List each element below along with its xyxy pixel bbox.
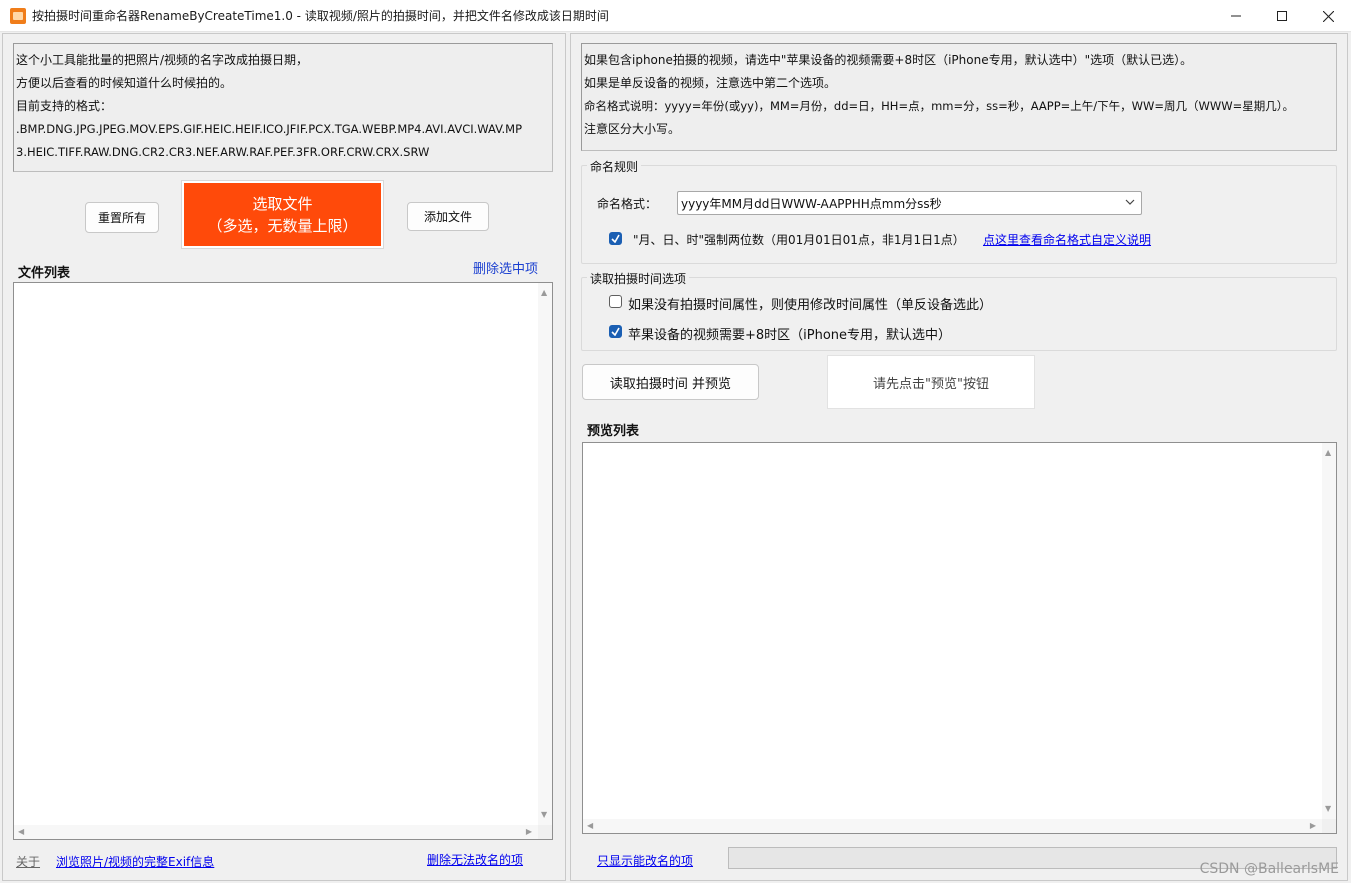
scroll-left-icon[interactable]: ◀: [18, 828, 24, 836]
format-combobox[interactable]: yyyy年MM月dd日WWW-AAPPHH点mm分ss秒: [677, 191, 1142, 215]
use-modified-time-label: 如果没有拍摄时间属性，则使用修改时间属性（单反设备选此）: [628, 298, 993, 313]
custom-format-help-link[interactable]: 点这里查看命名格式自定义说明: [983, 231, 1151, 248]
scrollbar-corner: [538, 825, 552, 839]
preview-list-title: 预览列表: [587, 424, 640, 439]
force-two-digit-label: "月、日、时"强制两位数（用01月01日01点，非1月1日1点）: [633, 233, 965, 247]
use-modified-time-checkbox[interactable]: [609, 295, 622, 308]
check-icon: [611, 234, 620, 243]
info-line: 如果是单反设备的视频，注意选中第二个选项。: [584, 76, 837, 90]
chevron-down-icon[interactable]: [1125, 197, 1135, 207]
naming-rules-legend: 命名规则: [587, 158, 642, 175]
status-message: 请先点击"预览"按钮: [827, 355, 1035, 409]
info-line: 如果包含iphone拍摄的视频，请选中"苹果设备的视频需要+8时区（iPhone…: [584, 53, 1193, 67]
file-list-horizontal-scrollbar[interactable]: ◀ ▶: [14, 825, 538, 839]
force-two-digit-checkbox[interactable]: [609, 232, 622, 245]
delete-selected-link[interactable]: 删除选中项: [473, 258, 538, 277]
preview-list[interactable]: ▲ ▼ ◀ ▶: [582, 442, 1337, 834]
maximize-button[interactable]: [1259, 0, 1305, 32]
maximize-icon: [1277, 11, 1287, 21]
file-list-title: 文件列表: [18, 266, 71, 281]
preview-list-vertical-scrollbar[interactable]: ▲ ▼: [1322, 443, 1336, 819]
add-files-button[interactable]: 添加文件: [407, 202, 489, 231]
info-line: 这个小工具能批量的把照片/视频的名字改成拍摄日期，: [16, 53, 309, 67]
scroll-up-icon[interactable]: ▲: [541, 289, 547, 297]
scroll-left-icon[interactable]: ◀: [587, 822, 593, 830]
info-line: 命名格式说明：yyyy=年份(或yy)，MM=月份，dd=日，HH=点，mm=分…: [584, 99, 1295, 113]
right-panel: 如果包含iphone拍摄的视频，请选中"苹果设备的视频需要+8时区（iPhone…: [570, 33, 1348, 881]
scroll-down-icon[interactable]: ▼: [541, 811, 547, 819]
apple-timezone-checkbox[interactable]: [609, 325, 622, 338]
file-list[interactable]: ▲ ▼ ◀ ▶: [13, 282, 553, 840]
read-options-legend: 读取拍摄时间选项: [587, 270, 690, 287]
select-files-sublabel: （多选，无数量上限）: [207, 216, 358, 235]
apple-timezone-label: 苹果设备的视频需要+8时区（iPhone专用，默认选中）: [628, 328, 952, 343]
format-value: yyyy年MM月dd日WWW-AAPPHH点mm分ss秒: [681, 196, 942, 211]
left-panel: 这个小工具能批量的把照片/视频的名字改成拍摄日期， 方便以后查看的时候知道什么时…: [2, 33, 566, 881]
preview-list-horizontal-scrollbar[interactable]: ◀ ▶: [583, 819, 1322, 833]
delete-unrenamable-link[interactable]: 删除无法改名的项: [427, 851, 523, 868]
check-icon: [611, 327, 620, 336]
scroll-down-icon[interactable]: ▼: [1325, 805, 1331, 813]
scrollbar-corner: [1322, 819, 1336, 833]
title-bar: 按拍摄时间重命名器RenameByCreateTime1.0 - 读取视频/照片…: [0, 0, 1351, 32]
scroll-right-icon[interactable]: ▶: [526, 828, 532, 836]
browse-exif-link[interactable]: 浏览照片/视频的完整Exif信息: [56, 853, 214, 870]
file-list-vertical-scrollbar[interactable]: ▲ ▼: [538, 283, 552, 825]
info-line: 目前支持的格式：: [16, 99, 113, 113]
camera-app-icon: [10, 7, 26, 24]
format-label: 命名格式：: [597, 197, 658, 211]
watermark: CSDN @BallearlsME: [1199, 861, 1339, 877]
scroll-right-icon[interactable]: ▶: [1310, 822, 1316, 830]
right-info-box: 如果包含iphone拍摄的视频，请选中"苹果设备的视频需要+8时区（iPhone…: [581, 43, 1337, 151]
close-icon: [1322, 10, 1334, 22]
info-line: 3.HEIC.TIFF.RAW.DNG.CR2.CR3.NEF.ARW.RAF.…: [16, 145, 430, 159]
info-line: 注意区分大小写。: [584, 122, 681, 136]
close-button[interactable]: [1305, 0, 1351, 32]
minimize-icon: [1231, 15, 1241, 17]
scroll-up-icon[interactable]: ▲: [1325, 449, 1331, 457]
about-link[interactable]: 关于: [16, 853, 40, 870]
minimize-button[interactable]: [1213, 0, 1259, 32]
info-line: .BMP.DNG.JPG.JPEG.MOV.EPS.GIF.HEIC.HEIF.…: [16, 122, 523, 136]
left-info-box: 这个小工具能批量的把照片/视频的名字改成拍摄日期， 方便以后查看的时候知道什么时…: [13, 43, 553, 172]
info-line: 方便以后查看的时候知道什么时候拍的。: [16, 76, 233, 90]
window-title: 按拍摄时间重命名器RenameByCreateTime1.0 - 读取视频/照片…: [32, 9, 609, 23]
select-files-label: 选取文件: [252, 194, 313, 213]
only-renamable-link[interactable]: 只显示能改名的项: [597, 852, 693, 869]
read-and-preview-button[interactable]: 读取拍摄时间 并预览: [582, 364, 759, 400]
select-files-button[interactable]: 选取文件 （多选，无数量上限）: [181, 180, 384, 249]
reset-all-button[interactable]: 重置所有: [85, 202, 159, 233]
